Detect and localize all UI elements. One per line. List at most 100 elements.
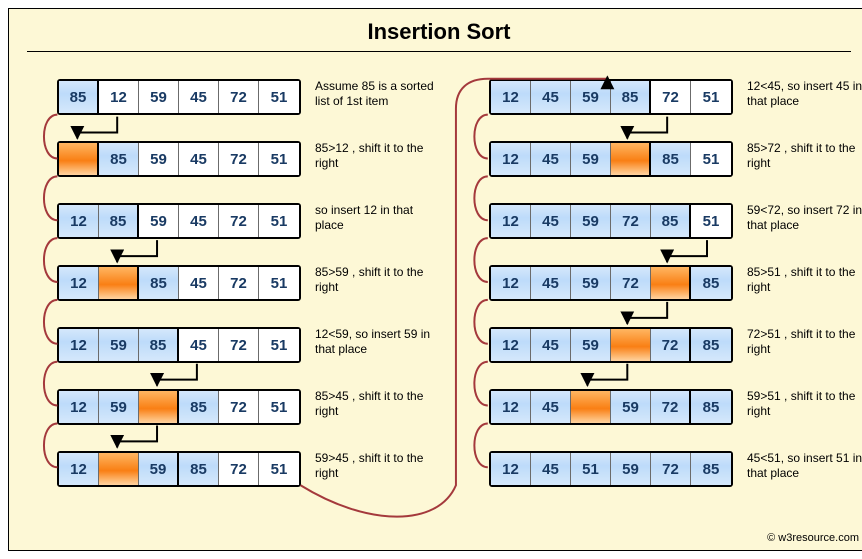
array-cell: 59 bbox=[571, 329, 611, 361]
array-cell: 72 bbox=[219, 81, 259, 113]
array-cell: 12 bbox=[491, 391, 531, 423]
array-gap-cell bbox=[611, 143, 651, 175]
sort-step: 125985725185>45 , shift it to the right bbox=[57, 389, 445, 451]
array-cell: 45 bbox=[179, 329, 219, 361]
array-cell: 72 bbox=[611, 205, 651, 237]
array-cell: 59 bbox=[571, 267, 611, 299]
array: 1285457251 bbox=[57, 265, 301, 301]
array-cell: 51 bbox=[691, 81, 731, 113]
array-cell: 85 bbox=[691, 391, 731, 423]
array-cell: 51 bbox=[691, 205, 731, 237]
array-cell: 51 bbox=[571, 453, 611, 485]
steps-column-right: 12455985725112<45, so insert 45 in that … bbox=[489, 79, 862, 513]
array: 1245598551 bbox=[489, 141, 733, 177]
step-caption: 12<59, so insert 59 in that place bbox=[315, 327, 445, 357]
array-cell: 85 bbox=[691, 267, 731, 299]
array-cell: 45 bbox=[179, 267, 219, 299]
sort-step: 125985725159>45 , shift it to the right bbox=[57, 451, 445, 513]
array-cell: 12 bbox=[491, 267, 531, 299]
array-gap-cell bbox=[139, 391, 179, 423]
array-cell: 12 bbox=[491, 81, 531, 113]
array-gap-cell bbox=[571, 391, 611, 423]
array-cell: 45 bbox=[179, 143, 219, 175]
array-cell: 85 bbox=[179, 391, 219, 423]
array-cell: 12 bbox=[59, 329, 99, 361]
array-cell: 59 bbox=[139, 81, 179, 113]
array-cell: 85 bbox=[179, 453, 219, 485]
array-cell: 59 bbox=[571, 143, 611, 175]
credit-label: © w3resource.com bbox=[767, 532, 859, 544]
array-cell: 72 bbox=[219, 391, 259, 423]
array: 128559457251 bbox=[57, 203, 301, 239]
array-cell: 59 bbox=[99, 329, 139, 361]
array-cell: 45 bbox=[179, 81, 219, 113]
array-cell: 12 bbox=[59, 453, 99, 485]
step-caption: Assume 85 is a sorted list of 1st item bbox=[315, 79, 445, 109]
sort-step: 1285457251 85>59 , shift it to the right bbox=[57, 265, 445, 327]
array-cell: 85 bbox=[651, 143, 691, 175]
step-caption: 85>12 , shift it to the right bbox=[315, 141, 445, 171]
step-caption: 85>45 , shift it to the right bbox=[315, 389, 445, 419]
sort-step: 8559457251 85>12 , shift it to the right bbox=[57, 141, 445, 203]
array-cell: 85 bbox=[59, 81, 99, 113]
array-cell: 45 bbox=[531, 205, 571, 237]
step-caption: 85>51 , shift it to the right bbox=[747, 265, 862, 295]
sort-step: 124559855185>72 , shift it to the right bbox=[489, 141, 862, 203]
sort-step: 12598545725112<59, so insert 59 in that … bbox=[57, 327, 445, 389]
sort-step: 1245 597285 59>51 , shift it to the right bbox=[489, 389, 862, 451]
array-cell: 85 bbox=[139, 329, 179, 361]
array-cell: 72 bbox=[219, 267, 259, 299]
diagram-title: Insertion Sort bbox=[9, 19, 862, 45]
step-caption: 59<72, so insert 72 in that place bbox=[747, 203, 862, 233]
array-cell: 12 bbox=[59, 391, 99, 423]
step-caption: 12<45, so insert 45 in that place bbox=[747, 79, 862, 109]
title-separator bbox=[27, 51, 851, 52]
array-cell: 51 bbox=[691, 143, 731, 175]
array-gap-cell bbox=[611, 329, 651, 361]
array-cell: 85 bbox=[651, 205, 691, 237]
sort-step: 12455985725112<45, so insert 45 in that … bbox=[489, 79, 862, 141]
array-cell: 85 bbox=[611, 81, 651, 113]
array-cell: 51 bbox=[259, 329, 299, 361]
array-cell: 59 bbox=[139, 453, 179, 485]
array-cell: 51 bbox=[259, 205, 299, 237]
array-cell: 59 bbox=[139, 143, 179, 175]
array-cell: 85 bbox=[99, 143, 139, 175]
array-cell: 59 bbox=[571, 205, 611, 237]
sort-step: 128559457251 so insert 12 in that place bbox=[57, 203, 445, 265]
array-cell: 59 bbox=[571, 81, 611, 113]
array: 1259857251 bbox=[57, 389, 301, 425]
array: 851259457251 bbox=[57, 79, 301, 115]
step-caption: 85>72 , shift it to the right bbox=[747, 141, 862, 171]
array-cell: 59 bbox=[611, 391, 651, 423]
array-cell: 12 bbox=[59, 267, 99, 299]
array-cell: 45 bbox=[531, 81, 571, 113]
array-cell: 45 bbox=[531, 391, 571, 423]
sort-step: 851259457251 Assume 85 is a sorted list o… bbox=[57, 79, 445, 141]
array: 1259857251 bbox=[57, 451, 301, 487]
array-cell: 51 bbox=[259, 143, 299, 175]
step-caption: 85>59 , shift it to the right bbox=[315, 265, 445, 295]
array-cell: 72 bbox=[651, 453, 691, 485]
array: 124551597285 bbox=[489, 451, 733, 487]
array-cell: 72 bbox=[611, 267, 651, 299]
sort-step: 124551597285 45<51, so insert 51 in that … bbox=[489, 451, 862, 513]
step-caption: so insert 12 in that place bbox=[315, 203, 445, 233]
array-gap-cell bbox=[651, 267, 691, 299]
diagram-canvas: Insertion Sort 851259457251Assume 85 is … bbox=[8, 8, 862, 551]
array-cell: 59 bbox=[99, 391, 139, 423]
step-caption: 59>51 , shift it to the right bbox=[747, 389, 862, 419]
array-cell: 85 bbox=[691, 453, 731, 485]
array-cell: 12 bbox=[491, 453, 531, 485]
array-gap-cell bbox=[99, 453, 139, 485]
sort-step: 124559728551 59<72, so insert 72 in that … bbox=[489, 203, 862, 265]
array: 8559457251 bbox=[57, 141, 301, 177]
array: 124559728551 bbox=[489, 203, 733, 239]
array-cell: 72 bbox=[651, 329, 691, 361]
step-caption: 45<51, so insert 51 in that place bbox=[747, 451, 862, 481]
array-cell: 85 bbox=[691, 329, 731, 361]
array: 1245597285 bbox=[489, 265, 733, 301]
array-cell: 72 bbox=[651, 391, 691, 423]
array-cell: 45 bbox=[531, 329, 571, 361]
array: 1245597285 bbox=[489, 327, 733, 363]
